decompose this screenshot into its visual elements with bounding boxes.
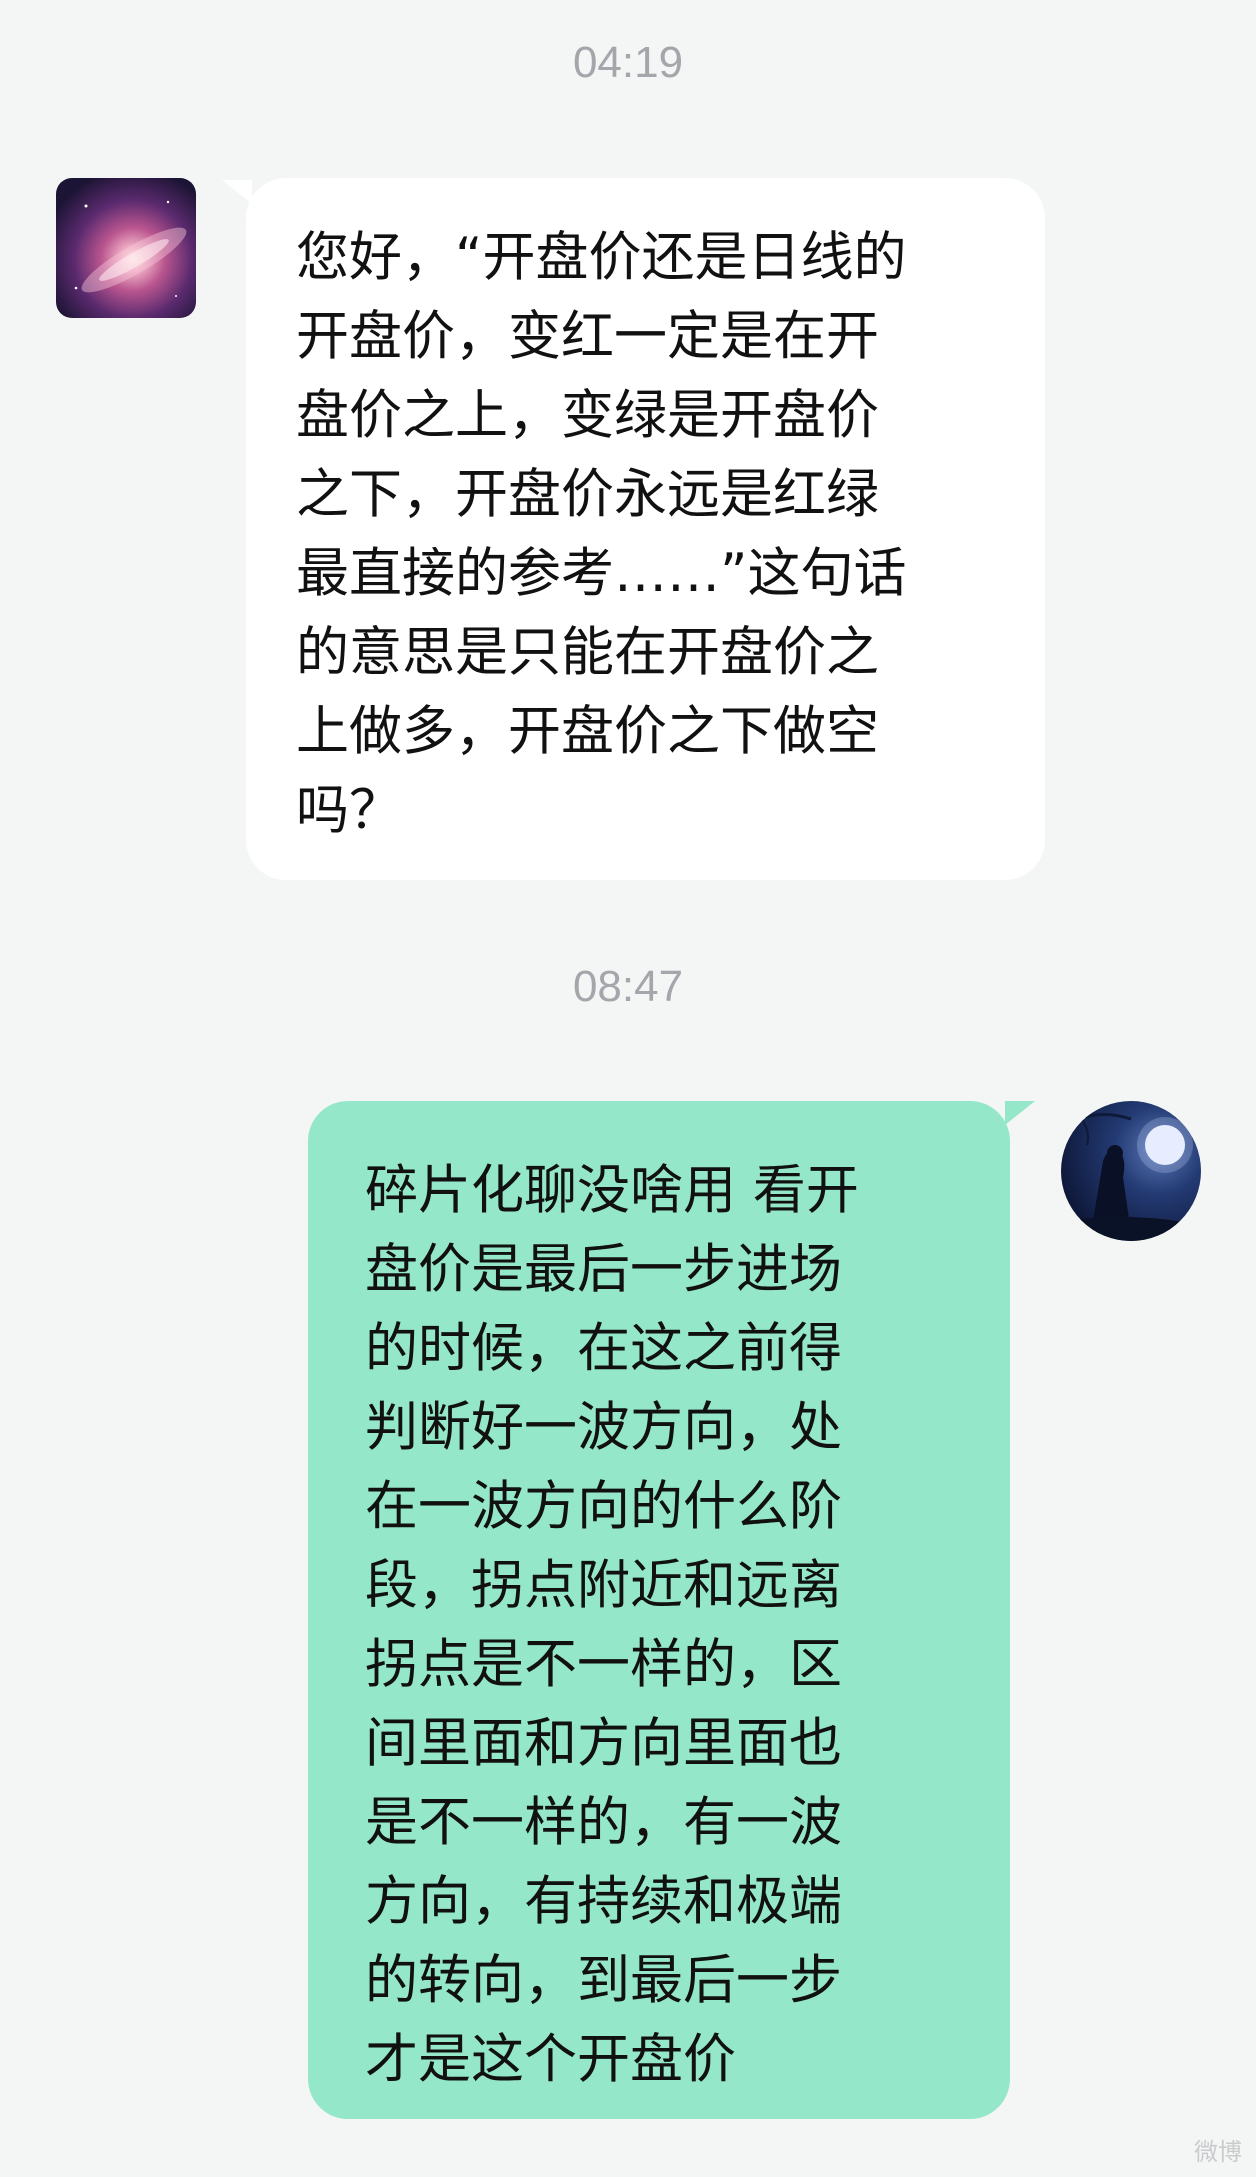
message-line: 吗？ [296, 780, 402, 841]
timestamp-2: 08:47 [572, 962, 684, 1011]
message-line: 最直接的参考……”这句话 [296, 543, 907, 604]
message-line: 之下，开盘价永远是红绿 [296, 464, 879, 525]
timestamp-1: 04:19 [572, 38, 684, 87]
incoming-message-bubble[interactable]: 您好，“开盘价还是日线的 开盘价，变红一定是在开 盘价之上，变绿是开盘价 之下，… [246, 178, 1045, 880]
message-line: 的转向，到最后一步 [365, 1950, 842, 2011]
message-line: 拐点是不一样的，区 [365, 1634, 842, 1695]
message-line: 碎片化聊没啥用 看开 [365, 1160, 859, 1221]
message-line: 的时候，在这之前得 [365, 1318, 842, 1379]
message-line: 盘价之上，变绿是开盘价 [296, 385, 879, 446]
message-line: 方向，有持续和极端 [365, 1871, 842, 1932]
outgoing-message-bubble[interactable]: 碎片化聊没啥用 看开 盘价是最后一步进场 的时候，在这之前得 判断好一波方向，处… [308, 1101, 1010, 2119]
message-line: 判断好一波方向，处 [365, 1397, 842, 1458]
sender-avatar[interactable] [56, 178, 196, 318]
moonlit-figure-avatar-icon [1061, 1101, 1201, 1241]
galaxy-avatar-icon [56, 178, 196, 318]
message-line: 的意思是只能在开盘价之 [296, 622, 879, 683]
incoming-bubble-tail [222, 180, 252, 204]
message-line: 上做多，开盘价之下做空 [296, 701, 879, 762]
message-line: 是不一样的，有一波 [365, 1792, 842, 1853]
message-line: 间里面和方向里面也 [365, 1713, 842, 1774]
message-line: 盘价是最后一步进场 [365, 1239, 842, 1300]
watermark: 微博 [1194, 2139, 1242, 2166]
message-line: 您好，“开盘价还是日线的 [296, 227, 907, 288]
message-line: 段，拐点附近和远离 [365, 1555, 842, 1616]
message-line: 开盘价，变红一定是在开 [296, 306, 879, 367]
message-line: 在一波方向的什么阶 [365, 1476, 842, 1537]
my-avatar[interactable] [1061, 1101, 1201, 1241]
message-line: 才是这个开盘价 [365, 2029, 736, 2090]
outgoing-bubble-tail [1005, 1101, 1035, 1125]
